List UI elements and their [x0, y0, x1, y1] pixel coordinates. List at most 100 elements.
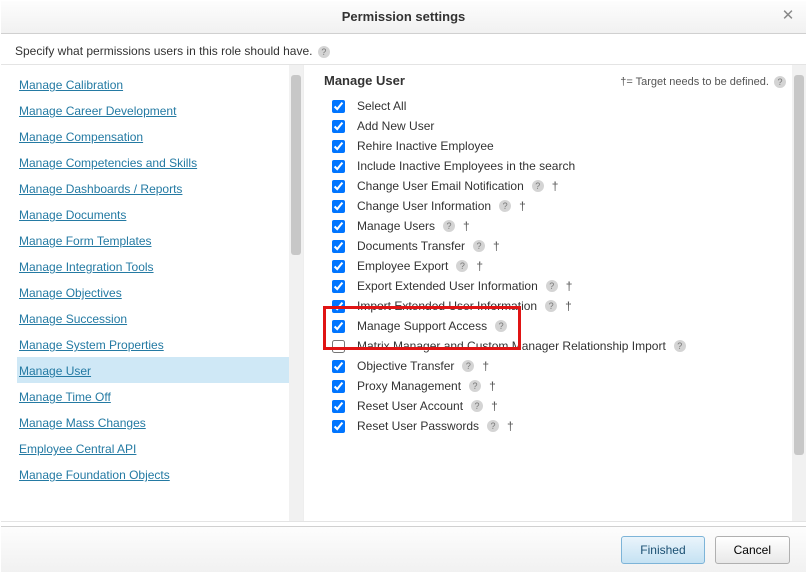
- permission-row: Reset User Passwords?†: [332, 416, 786, 436]
- help-icon[interactable]: ?: [545, 300, 557, 312]
- sidebar-item-label[interactable]: Manage Time Off: [19, 390, 111, 404]
- permission-row: Proxy Management?†: [332, 376, 786, 396]
- help-icon[interactable]: ?: [532, 180, 544, 192]
- permission-checkbox[interactable]: [332, 300, 345, 313]
- sidebar-item[interactable]: Manage Mass Changes: [17, 409, 303, 435]
- sidebar-item[interactable]: Employee Central API: [17, 435, 303, 461]
- sidebar-item-label[interactable]: Manage Documents: [19, 208, 126, 222]
- cancel-button[interactable]: Cancel: [715, 536, 790, 564]
- sidebar-item[interactable]: Manage Time Off: [17, 383, 303, 409]
- permission-row: Documents Transfer?†: [332, 236, 786, 256]
- permission-row: Reset User Account?†: [332, 396, 786, 416]
- sidebar-item-label[interactable]: Manage User: [19, 364, 91, 378]
- help-icon[interactable]: ?: [443, 220, 455, 232]
- permission-row: Manage Users?†: [332, 216, 786, 236]
- help-icon[interactable]: ?: [456, 260, 468, 272]
- permission-row: Employee Export? †: [332, 256, 786, 276]
- sidebar-item[interactable]: Manage Foundation Objects: [17, 461, 303, 487]
- help-icon[interactable]: ?: [471, 400, 483, 412]
- sidebar-item-label[interactable]: Manage Foundation Objects: [19, 468, 170, 482]
- permission-label: Select All: [357, 99, 406, 113]
- sidebar-item-label[interactable]: Manage Compensation: [19, 130, 143, 144]
- sidebar-item[interactable]: Manage System Properties: [17, 331, 303, 357]
- permission-checkbox[interactable]: [332, 400, 345, 413]
- help-icon[interactable]: ?: [546, 280, 558, 292]
- help-icon[interactable]: ?: [499, 200, 511, 212]
- right-scroll-thumb[interactable]: [794, 75, 804, 455]
- sidebar-item[interactable]: Manage Documents: [17, 201, 303, 227]
- help-icon[interactable]: ?: [674, 340, 686, 352]
- permission-checkbox[interactable]: [332, 320, 345, 333]
- permission-row: Matrix Manager and Custom Manager Relati…: [332, 336, 786, 356]
- category-pane: Manage Calibration Manage Career Developm…: [1, 65, 303, 521]
- target-dagger: †: [482, 359, 489, 373]
- permission-checkbox[interactable]: [332, 280, 345, 293]
- permission-label: Matrix Manager and Custom Manager Relati…: [357, 339, 666, 353]
- permission-checkbox[interactable]: [332, 180, 345, 193]
- sidebar-item[interactable]: Manage Form Templates: [17, 227, 303, 253]
- dialog-titlebar: Permission settings ✕: [1, 1, 806, 34]
- permission-checkbox[interactable]: [332, 160, 345, 173]
- sidebar-item-label[interactable]: Manage Form Templates: [19, 234, 152, 248]
- sidebar-item-label[interactable]: Manage Dashboards / Reports: [19, 182, 182, 196]
- sidebar-item[interactable]: Manage Succession: [17, 305, 303, 331]
- sidebar-item[interactable]: Manage User: [17, 357, 303, 383]
- permission-checkbox[interactable]: [332, 220, 345, 233]
- sidebar-item-label[interactable]: Employee Central API: [19, 442, 136, 456]
- permission-checkbox[interactable]: [332, 260, 345, 273]
- help-icon[interactable]: ?: [469, 380, 481, 392]
- permission-checkbox[interactable]: [332, 200, 345, 213]
- permission-checkbox[interactable]: [332, 140, 345, 153]
- permission-label: Reset User Account: [357, 399, 463, 413]
- permission-row: Select All: [332, 96, 786, 116]
- help-icon[interactable]: ?: [495, 320, 507, 332]
- permission-checkbox[interactable]: [332, 420, 345, 433]
- target-dagger: †: [489, 379, 496, 393]
- help-icon[interactable]: ?: [318, 46, 330, 58]
- target-dagger: †: [476, 259, 483, 273]
- target-dagger: †: [566, 279, 573, 293]
- finished-button[interactable]: Finished: [621, 536, 704, 564]
- permission-row: Export Extended User Information?†: [332, 276, 786, 296]
- sidebar-item-label[interactable]: Manage Competencies and Skills: [19, 156, 197, 170]
- permission-checkbox[interactable]: [332, 100, 345, 113]
- sidebar-item-label[interactable]: Manage Objectives: [19, 286, 122, 300]
- help-icon[interactable]: ?: [487, 420, 499, 432]
- permission-inner: Manage User †= Target needs to be define…: [304, 65, 806, 521]
- right-scrollbar[interactable]: [792, 65, 806, 521]
- permission-header: Manage User †= Target needs to be define…: [324, 69, 786, 96]
- permission-checkbox[interactable]: [332, 240, 345, 253]
- permission-checkbox[interactable]: [332, 340, 345, 353]
- dialog-title: Permission settings: [342, 9, 466, 24]
- sidebar-item[interactable]: Manage Objectives: [17, 279, 303, 305]
- help-icon[interactable]: ?: [473, 240, 485, 252]
- sidebar-item[interactable]: Manage Dashboards / Reports: [17, 175, 303, 201]
- permission-label: Documents Transfer: [357, 239, 465, 253]
- sidebar-item-label[interactable]: Manage Succession: [19, 312, 127, 326]
- instruction-bar: Specify what permissions users in this r…: [1, 34, 806, 64]
- left-scrollbar[interactable]: [289, 65, 303, 521]
- sidebar-item-label[interactable]: Manage Career Development: [19, 104, 176, 118]
- permission-label: Rehire Inactive Employee: [357, 139, 494, 153]
- permission-checkbox[interactable]: [332, 360, 345, 373]
- sidebar-item[interactable]: Manage Calibration: [17, 71, 303, 97]
- close-icon[interactable]: ✕: [780, 8, 796, 24]
- sidebar-item-label[interactable]: Manage Calibration: [19, 78, 123, 92]
- sidebar-item[interactable]: Manage Integration Tools: [17, 253, 303, 279]
- permission-label: Objective Transfer: [357, 359, 454, 373]
- permission-label: Employee Export: [357, 259, 448, 273]
- help-icon[interactable]: ?: [774, 76, 786, 88]
- permission-row: Add New User: [332, 116, 786, 136]
- help-icon[interactable]: ?: [462, 360, 474, 372]
- sidebar-item[interactable]: Manage Competencies and Skills: [17, 149, 303, 175]
- sidebar-item[interactable]: Manage Career Development: [17, 97, 303, 123]
- permission-checkbox[interactable]: [332, 120, 345, 133]
- left-scroll-thumb[interactable]: [291, 75, 301, 255]
- category-list: Manage Calibration Manage Career Developm…: [1, 65, 303, 521]
- permission-checkbox[interactable]: [332, 380, 345, 393]
- target-dagger: †: [552, 179, 559, 193]
- sidebar-item-label[interactable]: Manage System Properties: [19, 338, 164, 352]
- sidebar-item-label[interactable]: Manage Mass Changes: [19, 416, 146, 430]
- sidebar-item[interactable]: Manage Compensation: [17, 123, 303, 149]
- sidebar-item-label[interactable]: Manage Integration Tools: [19, 260, 154, 274]
